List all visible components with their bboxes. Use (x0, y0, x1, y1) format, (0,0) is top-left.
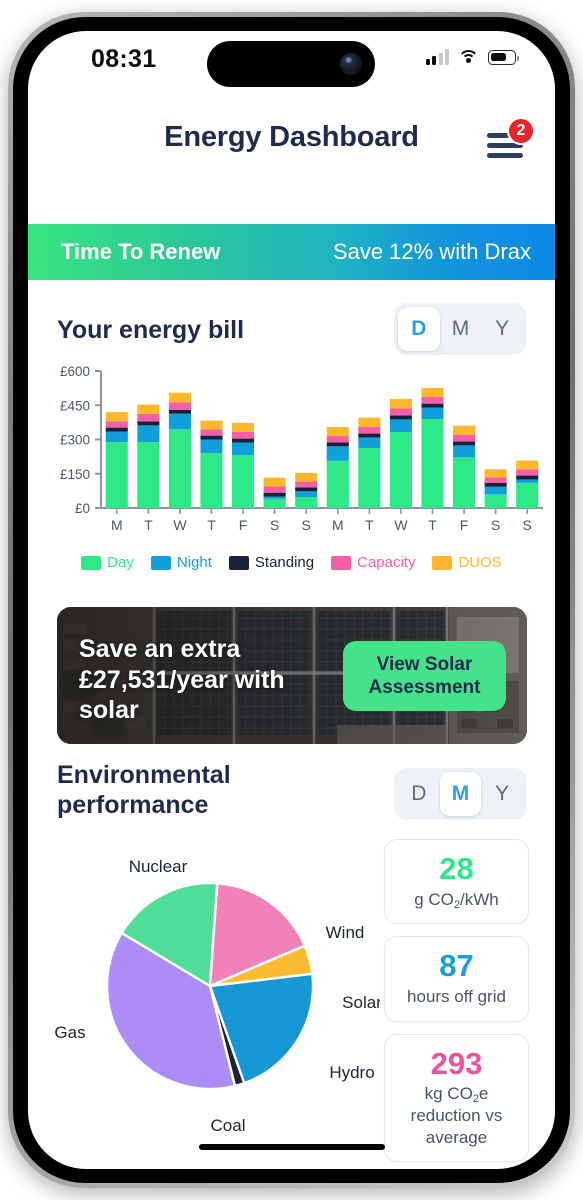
phone-screen: 08:31 Energy Dashboard 2 Time To Renew S… (28, 31, 555, 1169)
bill-toggle-option-y[interactable]: Y (481, 307, 523, 351)
svg-text:£300: £300 (60, 433, 90, 448)
metric-label-3: kg CO2e reduction vs average (410, 1084, 503, 1147)
bill-toggle-option-d[interactable]: D (398, 307, 440, 351)
svg-text:£450: £450 (60, 398, 90, 413)
status-bar-time: 08:31 (91, 45, 157, 73)
svg-text:F: F (239, 517, 248, 533)
bill-period-toggle[interactable]: D M Y (394, 303, 527, 355)
metric-value-3: 293 (430, 1045, 483, 1081)
svg-text:£0: £0 (75, 501, 90, 516)
legend-label-night: Night (176, 554, 212, 571)
pie-chart-svg: Wind Solar Hydro Coal Gas Nuclear (54, 857, 382, 1135)
renew-banner-offer: Save 12% with Drax (332, 239, 531, 264)
legend-item-night: Night (150, 554, 212, 571)
wifi-icon (458, 49, 479, 65)
legend-label-day: Day (107, 554, 134, 571)
energy-bill-bar-chart: £0 £150 £300 £450 £600 M T W T F S S M T W T F S S (28, 363, 555, 538)
pie-label-solar: Solar (342, 993, 380, 1012)
pie-label-wind: Wind (326, 923, 365, 942)
environment-period-toggle[interactable]: D M Y (394, 768, 527, 820)
svg-text:S: S (270, 517, 279, 533)
metric-label-1: g CO2/kWh (414, 889, 499, 911)
legend-item-day: Day (81, 554, 134, 571)
svg-text:T: T (365, 517, 374, 533)
env-toggle-option-y[interactable]: Y (481, 772, 523, 816)
legend-swatch-standing (228, 555, 249, 570)
svg-text:W: W (394, 517, 408, 533)
dynamic-island (207, 41, 375, 87)
renew-banner-label: Time To Renew (61, 239, 221, 264)
legend-label-duos: DUOS (458, 554, 502, 571)
legend-swatch-night (150, 555, 171, 570)
metric-card-3: 293 kg CO2e reduction vs average (384, 1033, 529, 1163)
pie-label-hydro: Hydro (329, 1063, 374, 1082)
svg-text:£600: £600 (60, 364, 90, 379)
svg-text:F: F (460, 517, 469, 533)
svg-text:T: T (144, 517, 153, 533)
metric-value-2: 87 (439, 948, 474, 984)
view-solar-assessment-button[interactable]: View Solar Assessment (343, 641, 506, 711)
solar-promo-card[interactable]: Save an extra £27,531/year with solar Vi… (57, 607, 527, 744)
legend-label-standing: Standing (254, 554, 315, 571)
legend-item-capacity: Capacity (331, 554, 415, 571)
bar-chart-legend: Day Night Standing Capacity DUOS (28, 554, 555, 571)
svg-text:M: M (111, 517, 123, 533)
legend-item-duos: DUOS (432, 554, 502, 571)
legend-swatch-duos (432, 555, 453, 570)
svg-text:S: S (302, 517, 311, 533)
env-toggle-option-m[interactable]: M (439, 772, 482, 816)
status-bar-icons (425, 49, 520, 65)
legend-item-standing: Standing (228, 554, 315, 571)
app-header: Energy Dashboard 2 (28, 93, 555, 199)
front-camera-icon (340, 53, 362, 75)
metric-label-2: hours off grid (407, 986, 506, 1006)
environment-section-title: Environmental performance (57, 761, 231, 819)
legend-label-capacity: Capacity (357, 554, 416, 571)
pie-label-gas: Gas (54, 1023, 85, 1042)
legend-swatch-capacity (331, 555, 352, 570)
energy-mix-pie-chart: Wind Solar Hydro Coal Gas Nuclear (50, 831, 382, 1141)
svg-text:£150: £150 (60, 467, 90, 482)
environment-metric-cards: 28 g CO2/kWh 87 hours off grid 293 kg CO2e re… (384, 839, 529, 1169)
svg-text:S: S (491, 517, 500, 533)
pie-label-coal: Coal (211, 1116, 246, 1135)
renew-banner[interactable]: Time To Renew Save 12% with Drax (28, 224, 555, 280)
metric-card-1: 28 g CO2/kWh (384, 839, 529, 925)
bill-section-header: Your energy bill D M Y (28, 303, 555, 359)
bill-toggle-option-m[interactable]: M (440, 307, 482, 351)
legend-swatch-day (81, 555, 102, 570)
env-toggle-option-d[interactable]: D (398, 772, 440, 816)
page-title: Energy Dashboard (164, 121, 419, 153)
signal-bars-icon (425, 49, 449, 65)
bar-chart-svg: £0 £150 £300 £450 £600 M T W T F S S M T W T F S S (60, 364, 543, 533)
status-bar: 08:31 (28, 31, 555, 93)
bill-section-title: Your energy bill (57, 316, 245, 344)
svg-text:T: T (207, 517, 216, 533)
svg-text:M: M (332, 517, 344, 533)
svg-text:S: S (523, 517, 532, 533)
battery-icon (488, 50, 520, 65)
metric-card-2: 87 hours off grid (384, 936, 529, 1022)
hamburger-menu-icon[interactable]: 2 (487, 117, 535, 163)
metric-value-1: 28 (439, 851, 474, 886)
home-indicator (198, 1144, 385, 1150)
environment-section-header: Environmental performance D M Y (28, 759, 555, 829)
solar-promo-headline: Save an extra £27,531/year with solar (79, 635, 285, 724)
svg-text:W: W (173, 517, 187, 533)
svg-text:T: T (428, 517, 437, 533)
pie-label-nuclear: Nuclear (129, 857, 188, 876)
notification-badge: 2 (507, 117, 535, 145)
